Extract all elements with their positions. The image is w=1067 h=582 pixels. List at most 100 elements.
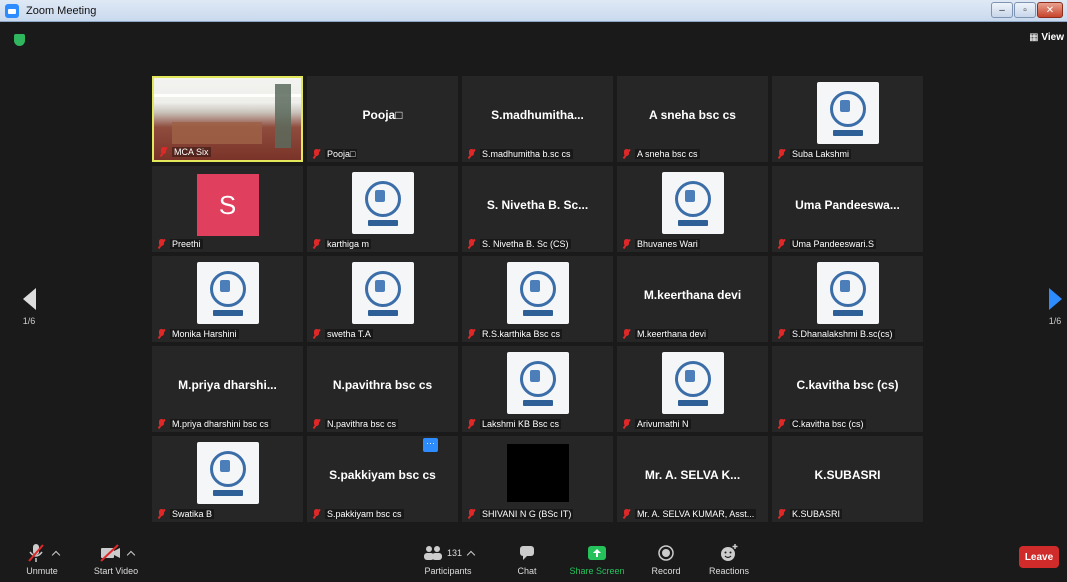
view-button[interactable]: ▦ View [1029,32,1064,43]
share-screen-button[interactable]: Share Screen [566,542,628,576]
participant-tile[interactable]: swetha T.A [307,256,458,342]
arrow-right-icon [1048,288,1062,310]
record-icon [658,545,674,561]
participant-tile[interactable]: Swatika B [152,436,303,522]
maximize-button[interactable]: ▫ [1014,2,1036,18]
mic-muted-icon [622,419,631,429]
mic-muted-icon [312,329,321,339]
participant-name-label: M.keerthana devi [622,329,764,339]
start-video-label: Start Video [93,566,139,576]
participants-icon [423,546,442,560]
chat-button[interactable]: Chat [512,542,542,576]
participant-tile[interactable]: SHIVANI N G (BSc IT) [462,436,613,522]
mic-muted-icon [777,239,786,249]
participant-name-text: S.madhumitha b.sc cs [480,149,573,159]
participant-name-label: SHIVANI N G (BSc IT) [467,509,609,519]
participant-tile[interactable]: Arivumathi N [617,346,768,432]
reactions-button[interactable]: Reactions [706,542,752,576]
participant-tile[interactable]: S. Nivetha B. Sc... S. Nivetha B. Sc (CS) [462,166,613,252]
leave-button[interactable]: Leave [1019,546,1059,568]
participant-tile[interactable]: Lakshmi KB Bsc cs [462,346,613,432]
participant-name-text: S.Dhanalakshmi B.sc(cs) [790,329,895,339]
participant-tile[interactable]: MCA Six [152,76,303,162]
mic-muted-icon [157,329,166,339]
mic-muted-icon [622,239,631,249]
meeting-toolbar: Unmute Start Video 131 Participants Chat… [0,534,1067,582]
caret-up-icon[interactable] [126,550,136,560]
participant-tile[interactable]: M.keerthana devi M.keerthana devi [617,256,768,342]
arrow-left-icon [22,288,36,310]
participant-name-label: Arivumathi N [622,419,764,429]
participant-tile[interactable]: Suba Lakshmi [772,76,923,162]
participant-display-name: A sneha bsc cs [649,108,736,122]
close-button[interactable]: ✕ [1037,2,1063,18]
participant-name-label: MCA Six [159,147,297,157]
share-screen-icon [588,546,606,560]
participant-tile[interactable]: Pooja□ Pooja□ [307,76,458,162]
mic-muted-icon [622,329,631,339]
caret-up-icon[interactable] [466,550,476,560]
participant-name-text: M.priya dharshini bsc cs [170,419,271,429]
next-page-button[interactable]: 1/6 [1040,288,1067,326]
participant-tile[interactable]: S.Dhanalakshmi B.sc(cs) [772,256,923,342]
participant-name-label: Lakshmi KB Bsc cs [467,419,609,429]
profile-logo-icon [816,82,879,144]
mic-muted-icon [777,509,786,519]
mic-muted-icon [159,147,168,157]
participant-name-text: Preethi [170,239,203,249]
participant-tile[interactable]: Monika Harshini [152,256,303,342]
video-off-icon [100,544,120,562]
unmute-button[interactable]: Unmute [22,542,62,576]
participants-count: 131 [446,548,463,558]
mic-muted-icon [312,149,321,159]
participant-name-label: swetha T.A [312,329,454,339]
participant-name-label: A sneha bsc cs [622,149,764,159]
participant-name-label: S.Dhanalakshmi B.sc(cs) [777,329,919,339]
participant-tile[interactable]: K.SUBASRI K.SUBASRI [772,436,923,522]
participant-name-label: karthiga m [312,239,454,249]
participant-tile[interactable]: S Preethi [152,166,303,252]
participant-name-label: S. Nivetha B. Sc (CS) [467,239,609,249]
participant-tile[interactable]: N.pavithra bsc cs N.pavithra bsc cs [307,346,458,432]
participant-tile[interactable]: S.pakkiyam bsc cs ··· S.pakkiyam bsc cs [307,436,458,522]
participant-name-label: C.kavitha bsc (cs) [777,419,919,429]
start-video-button[interactable]: Start Video [90,542,142,576]
avatar: S [196,174,259,236]
participant-tile[interactable]: karthiga m [307,166,458,252]
mic-muted-icon [777,419,786,429]
participant-name-text: Uma Pandeeswari.S [790,239,877,249]
participant-tile[interactable]: A sneha bsc cs A sneha bsc cs [617,76,768,162]
participant-display-name: K.SUBASRI [814,468,881,482]
participant-name-text: Monika Harshini [170,329,239,339]
participant-display-name: M.keerthana devi [643,288,742,302]
participant-tile[interactable]: S.madhumitha... S.madhumitha b.sc cs [462,76,613,162]
profile-logo-icon [816,262,879,324]
participant-display-name: C.kavitha bsc (cs) [796,378,899,392]
participant-tile[interactable]: R.S.karthika Bsc cs [462,256,613,342]
participant-tile[interactable]: Mr. A. SELVA K... Mr. A. SELVA KUMAR, Ass… [617,436,768,522]
participant-tile[interactable]: Bhuvanes Wari [617,166,768,252]
participant-name-text: MCA Six [172,147,211,157]
participant-name-text: karthiga m [325,239,372,249]
profile-logo-icon [661,352,724,414]
participant-display-name: Mr. A. SELVA K... [644,468,741,482]
record-button[interactable]: Record [648,542,684,576]
minimize-button[interactable]: – [991,2,1013,18]
participant-tile[interactable]: Uma Pandeeswa... Uma Pandeeswari.S [772,166,923,252]
caret-up-icon[interactable] [51,550,61,560]
participant-name-label: R.S.karthika Bsc cs [467,329,609,339]
unmute-label: Unmute [26,566,58,576]
previous-page-button[interactable]: 1/6 [14,288,44,326]
participant-name-text: Swatika B [170,509,215,519]
participant-display-name: S. Nivetha B. Sc... [486,198,589,212]
participant-tile[interactable]: C.kavitha bsc (cs) C.kavitha bsc (cs) [772,346,923,432]
participant-display-name: Pooja□ [362,108,403,122]
zoom-app-icon [5,4,19,18]
participant-name-text: Lakshmi KB Bsc cs [480,419,562,429]
mic-muted-icon [157,509,166,519]
participant-tile[interactable]: M.priya dharshi... M.priya dharshini bsc … [152,346,303,432]
encryption-shield-icon[interactable] [14,34,25,46]
profile-logo-icon [506,262,569,324]
participants-button[interactable]: 131 Participants [420,542,476,576]
more-options-icon[interactable]: ··· [423,438,438,452]
